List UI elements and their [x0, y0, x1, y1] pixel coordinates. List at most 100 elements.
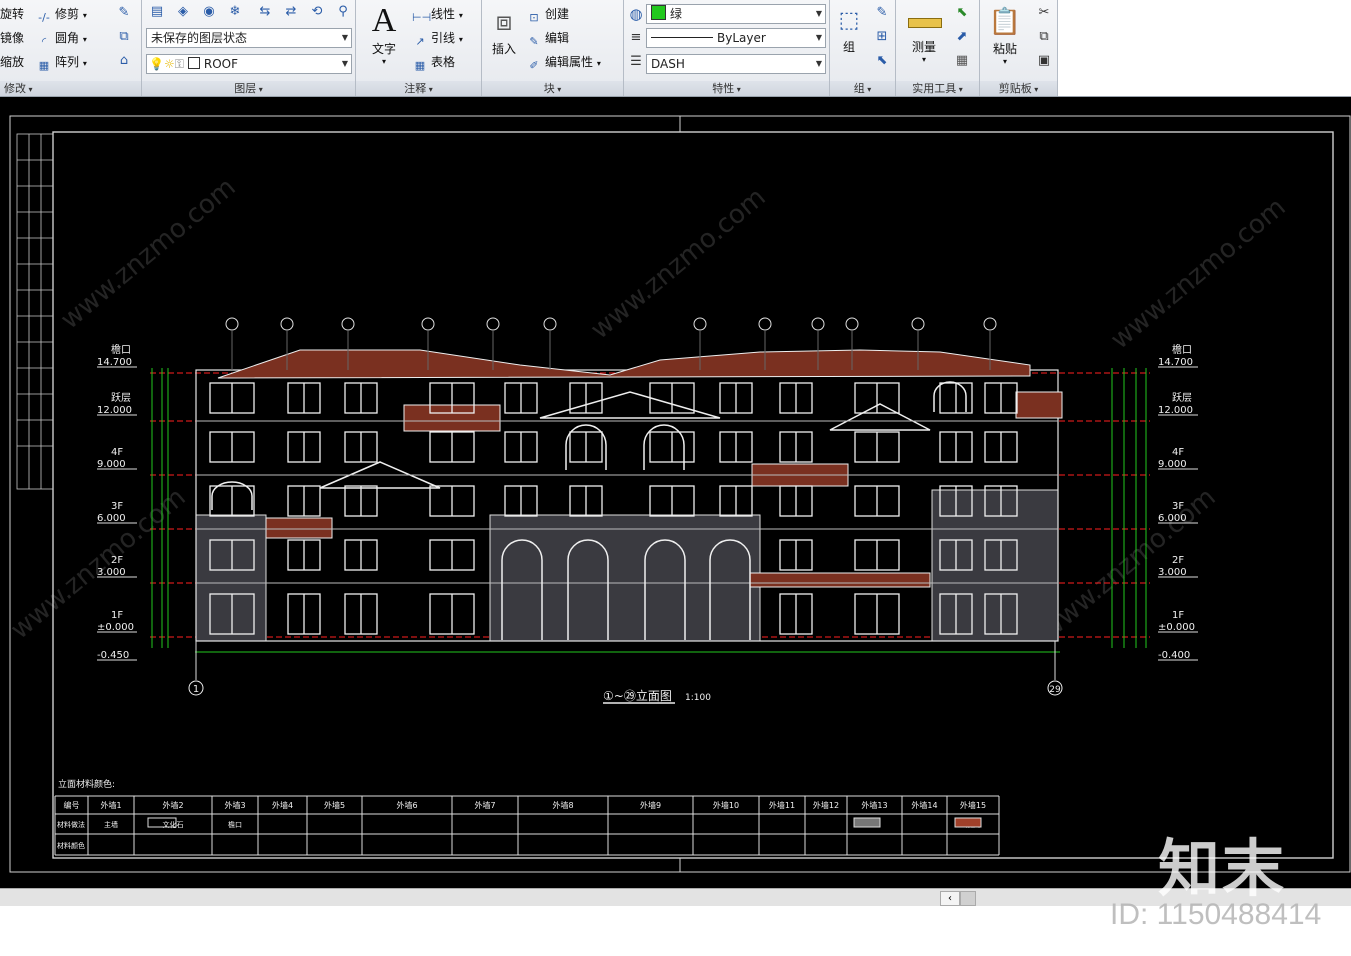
level-value: 14.700 [97, 357, 132, 368]
layer-properties-icon[interactable]: ▤ [147, 2, 167, 22]
level-name: 3F [111, 501, 123, 512]
calculator-icon[interactable]: ▦ [952, 51, 972, 71]
svg-text:1: 1 [193, 684, 199, 695]
text-a-icon: A [371, 2, 397, 39]
rotate-button[interactable]: 旋转 [0, 4, 24, 24]
drawing-title: ①~㉙立面图 1:100 [603, 688, 711, 704]
panel-layers-title[interactable]: 图层 [142, 81, 355, 96]
panel-utilities: 测量 ▾ ⬉ ⬈ ▦ 实用工具 [896, 0, 980, 96]
leader-icon: ↗ [415, 35, 425, 48]
layer-off-icon[interactable]: ◉ [199, 2, 219, 22]
quick-select-icon[interactable]: ⬉ [952, 3, 972, 23]
linetype-icon: ☰ [630, 54, 642, 69]
group-select-icon[interactable]: ⬉ [872, 51, 892, 71]
create-block-button[interactable]: ⊡ 创建 [526, 4, 569, 24]
legend-header: 外墙13 [861, 800, 887, 810]
trim-icon: -/- [38, 11, 50, 24]
panel-utilities-title[interactable]: 实用工具 [896, 81, 979, 96]
group-edit-icon[interactable]: ⊞ [872, 27, 892, 47]
level-value: 14.700 [1158, 357, 1193, 368]
table-button[interactable]: ▦ 表格 [412, 52, 455, 72]
scroll-left-arrow[interactable]: ‹ [940, 891, 960, 906]
color-select[interactable]: 绿 ▼ [646, 4, 826, 24]
axis-marker-start: 1 [188, 641, 204, 696]
panel-modify-title[interactable]: 修改 [0, 81, 141, 96]
select-all-icon[interactable]: ⬈ [952, 27, 972, 47]
material-legend-table: 编号 外墙1 外墙2 外墙3 外墙4 外墙5 外墙6 外墙7 外墙8 外墙9 外墙10 外墙11 外墙1… [54, 795, 1000, 856]
panel-properties-title[interactable]: 特性 [624, 81, 829, 96]
layer-walk-icon[interactable]: ⟲ [307, 2, 327, 22]
legend-header: 外墙3 [224, 800, 245, 810]
ribbon: 旋转 镜像 缩放 -/-修剪 ▾ ◜圆角 ▾ ▦阵列 ▾ ✎ ⧉ ⌂ 修改 ▤ … [0, 0, 1351, 97]
lineweight-select[interactable]: ByLayer ▼ [646, 28, 826, 48]
panel-clipboard: 📋 粘贴 ▾ ✂ ⧉ ▣ 剪贴板 [980, 0, 1058, 96]
panel-block-title[interactable]: 块 [482, 81, 623, 96]
linear-dimension-button[interactable]: ⊢⊣线性 ▾ [412, 4, 463, 24]
edit-attributes-icon: ✐ [529, 59, 539, 72]
level-value: -0.400 [1158, 650, 1190, 661]
axis-bubble [693, 317, 707, 331]
cut-icon[interactable]: ✂ [1034, 3, 1054, 23]
linetype-select[interactable]: DASH ▼ [646, 54, 826, 74]
level-value: 9.000 [1158, 459, 1187, 470]
level-value: -0.450 [97, 650, 129, 661]
array-icon: ▦ [38, 59, 50, 72]
svg-text:www.znzmo.com: www.znzmo.com [1105, 192, 1291, 355]
levels-left: 檐口14.700 跃层12.000 4F9.000 3F6.000 2F3.000 1F±… [97, 343, 137, 661]
panel-clipboard-title[interactable]: 剪贴板 [980, 81, 1057, 96]
edit-attributes-button[interactable]: ✐ 编辑属性 ▾ [526, 52, 600, 72]
panel-annotation-title[interactable]: 注释 [356, 81, 481, 96]
legend-header: 外墙7 [474, 800, 495, 810]
current-layer-select[interactable]: 💡☼⚿ ROOF ▼ [146, 54, 352, 74]
panel-group-title[interactable]: 组 [830, 81, 895, 96]
axis-bubble [758, 317, 772, 331]
layer-lock-icon[interactable]: ⚲ [333, 2, 353, 22]
legend-header: 外墙12 [813, 800, 839, 810]
panel-properties: ◍ 绿 ▼ ≡ ByLayer ▼ ☰ DASH ▼ 特性 [624, 0, 830, 96]
layer-state-select[interactable]: 未保存的图层状态 ▼ [146, 28, 352, 48]
level-name: 跃层 [1172, 392, 1192, 404]
insert-icon: ⧈ [495, 7, 513, 37]
level-name: 3F [1172, 501, 1184, 512]
ungroup-icon[interactable]: ✎ [872, 3, 892, 23]
match-properties-icon[interactable]: ◍ [626, 4, 646, 24]
drawing-canvas[interactable]: www.znzmo.com www.znzmo.com www.znzmo.co… [0, 98, 1351, 888]
svg-text:①~㉙立面图: ①~㉙立面图 [603, 688, 672, 703]
edit-block-button[interactable]: ✎ 编辑 [526, 28, 569, 48]
axis-marker-end: 29 [1047, 641, 1063, 696]
fillet-button[interactable]: ◜ 圆角 ▾ [36, 28, 87, 48]
scale-button[interactable]: 缩放 [0, 52, 24, 72]
svg-text:1:100: 1:100 [685, 693, 711, 703]
svg-text:www.znzmo.com: www.znzmo.com [55, 172, 241, 335]
legend-header: 外墙5 [324, 800, 345, 810]
axis-bubble [811, 317, 825, 331]
layer-isolate-icon[interactable]: ◈ [173, 2, 193, 22]
legend-sample: 檐口 [228, 820, 242, 829]
array-button[interactable]: ▦ 阵列 ▾ [36, 52, 87, 72]
group-button[interactable]: ⬚ 组 [834, 4, 864, 55]
layer-freeze-icon[interactable]: ❄ [225, 2, 245, 22]
text-button[interactable]: A 文字 ▾ [364, 2, 404, 66]
offset-icon[interactable]: ⌂ [114, 51, 134, 71]
paste-button[interactable]: 📋 粘贴 ▾ [984, 4, 1026, 66]
scroll-thumb[interactable] [960, 891, 976, 906]
level-name: 跃层 [111, 392, 131, 404]
level-value: 3.000 [1158, 567, 1187, 578]
trim-button[interactable]: -/- 修剪 ▾ [36, 4, 87, 24]
copy-clip-icon[interactable]: ⧉ [1034, 27, 1054, 47]
legend-header: 外墙14 [911, 800, 937, 810]
legend-header: 外墙15 [960, 800, 986, 810]
axis-bubble [341, 317, 355, 331]
paste-special-icon[interactable]: ▣ [1034, 51, 1054, 71]
copy-icon[interactable]: ⧉ [114, 27, 134, 47]
erase-icon[interactable]: ✎ [114, 3, 134, 23]
mirror-button[interactable]: 镜像 [0, 28, 24, 48]
layer-unisolate-icon[interactable]: ⇄ [281, 2, 301, 22]
measure-button[interactable]: 测量 ▾ [902, 4, 946, 64]
leader-button[interactable]: ↗ 引线 ▾ [412, 28, 462, 48]
building-elevation [195, 349, 1063, 642]
legend-header: 外墙11 [769, 800, 795, 810]
insert-button[interactable]: ⧈ 插入 [486, 4, 522, 57]
group-icon: ⬚ [838, 8, 860, 33]
layer-match-icon[interactable]: ⇆ [255, 2, 275, 22]
